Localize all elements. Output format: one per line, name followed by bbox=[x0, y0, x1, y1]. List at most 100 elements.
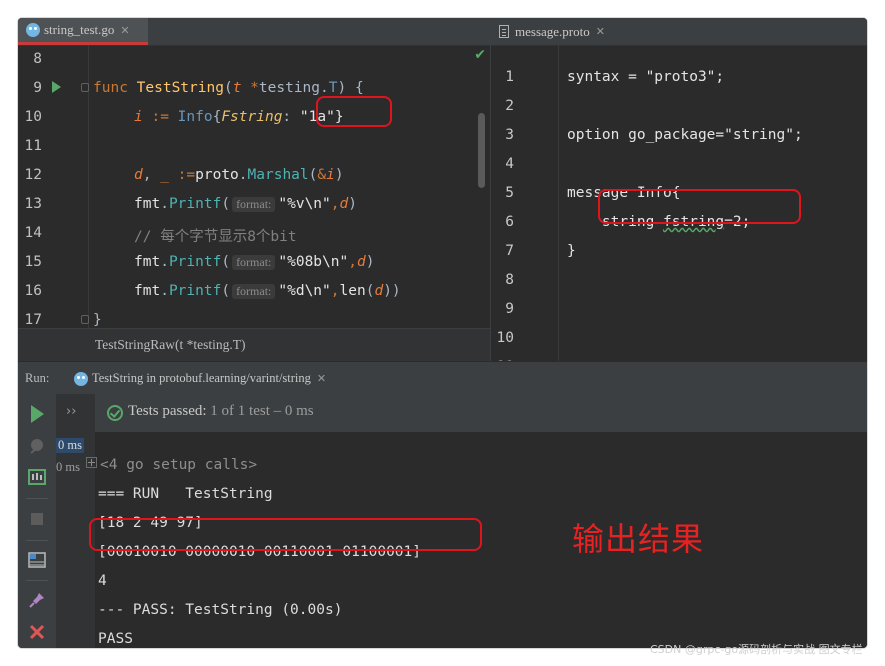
gopher-file-icon bbox=[26, 23, 40, 37]
line-number: 16 bbox=[24, 283, 42, 299]
line-number: 3 bbox=[505, 127, 514, 143]
code-line: 16 fmt.Printf(format: "%d\n",len(d)) bbox=[18, 277, 490, 306]
code-text: fmt.Printf(format: "%d\n",len(d)) bbox=[134, 283, 401, 299]
rerun-failed-icon[interactable] bbox=[27, 436, 47, 456]
console-line: --- PASS: TestString (0.00s) bbox=[98, 602, 343, 618]
tab-string-test-go[interactable]: string_test.go ✕ bbox=[18, 18, 148, 45]
code-text: option go_package="string"; bbox=[567, 127, 803, 143]
run-label: Run: bbox=[25, 371, 50, 385]
highlight-box-proto-field bbox=[598, 189, 801, 224]
line-number: 17 bbox=[24, 312, 42, 328]
editor-tabbar: string_test.go ✕ bbox=[18, 18, 490, 46]
code-line: 8 bbox=[18, 45, 490, 74]
file-icon bbox=[499, 25, 509, 38]
tests-passed-check-icon bbox=[107, 405, 123, 421]
console-line[interactable]: <4 go setup calls> bbox=[86, 457, 257, 473]
toolbar-separator bbox=[26, 540, 48, 541]
code-comment: // 每个字节显示8个bit bbox=[134, 229, 297, 245]
pin-icon[interactable] bbox=[27, 590, 47, 610]
close-icon[interactable]: ✕ bbox=[120, 24, 129, 37]
console-line: 4 bbox=[98, 573, 107, 589]
tab-label: string_test.go bbox=[44, 22, 115, 37]
line-number: 6 bbox=[505, 214, 514, 230]
line-number: 2 bbox=[505, 98, 514, 114]
line-number: 10 bbox=[24, 109, 42, 125]
line-number: 9 bbox=[505, 301, 514, 317]
run-test-icon[interactable] bbox=[52, 81, 61, 93]
line-number: 9 bbox=[33, 80, 42, 96]
stop-icon[interactable] bbox=[27, 509, 47, 529]
line-number: 4 bbox=[505, 156, 514, 172]
output-result-annotation: 输出结果 bbox=[572, 520, 705, 558]
code-line: 15 fmt.Printf(format: "%08b\n",d) bbox=[18, 248, 490, 277]
line-number: 8 bbox=[33, 51, 42, 67]
close-icon[interactable]: ✕ bbox=[317, 372, 326, 385]
line-number: 5 bbox=[505, 185, 514, 201]
breadcrumb-label: TestStringRaw(t *testing.T) bbox=[95, 337, 246, 352]
fold-icon[interactable] bbox=[81, 315, 89, 324]
parameter-hint: format: bbox=[232, 197, 276, 212]
code-text: fmt.Printf(format: "%08b\n",d) bbox=[134, 254, 375, 270]
ide-window: string_test.go ✕ ✔ 8 9 func TestString(t… bbox=[18, 18, 867, 648]
go-editor-pane: string_test.go ✕ ✔ 8 9 func TestString(t… bbox=[18, 18, 490, 361]
line-number: 12 bbox=[24, 167, 42, 183]
run-toolbar: Run: TestString in protobuf.learning/var… bbox=[18, 361, 867, 395]
expand-icon[interactable]: ›› bbox=[66, 404, 76, 419]
code-line: 3 option go_package="string"; bbox=[491, 121, 867, 150]
run-tab-label: TestString in protobuf.learning/varint/s… bbox=[92, 371, 311, 385]
toolbar-separator bbox=[26, 498, 48, 499]
watermark: CSDN @grpc-go源码剖析与实战 图文专栏 bbox=[650, 643, 863, 656]
code-line: 2 bbox=[491, 92, 867, 121]
tab-message-proto[interactable]: message.proto ✕ bbox=[491, 18, 625, 45]
parameter-hint: format: bbox=[232, 255, 276, 270]
code-text: } bbox=[567, 243, 576, 259]
breadcrumb[interactable]: TestStringRaw(t *testing.T) bbox=[18, 328, 490, 361]
close-run-icon[interactable] bbox=[27, 622, 47, 642]
code-text: } bbox=[93, 312, 102, 328]
console-line: PASS bbox=[98, 631, 133, 647]
test-status-text: Tests passed: 1 of 1 test – 0 ms bbox=[128, 403, 314, 419]
code-text: fmt.Printf(format: "%v\n",d) bbox=[134, 196, 357, 212]
layout-icon[interactable] bbox=[27, 550, 47, 570]
parameter-hint: format: bbox=[232, 284, 276, 299]
code-line: 7} bbox=[491, 237, 867, 266]
expand-plus-icon[interactable] bbox=[86, 457, 97, 468]
code-line: 10 bbox=[491, 324, 867, 353]
test-status-bar: Tests passed: 1 of 1 test – 0 ms bbox=[95, 394, 867, 432]
code-line: 11 bbox=[18, 132, 490, 161]
code-line: 9 bbox=[491, 295, 867, 324]
code-line: 4 bbox=[491, 150, 867, 179]
line-number: 14 bbox=[24, 225, 42, 241]
code-line: 8 bbox=[491, 266, 867, 295]
code-line: 9 func TestString(t *testing.T) { bbox=[18, 74, 490, 103]
code-text: i := Info{Fstring: "1a"} bbox=[134, 109, 344, 125]
code-line: 12 d, _ :=proto.Marshal(&i) bbox=[18, 161, 490, 190]
line-number: 13 bbox=[24, 196, 42, 212]
editor-tabbar: message.proto ✕ bbox=[491, 18, 867, 46]
toolbar-separator bbox=[26, 580, 48, 581]
line-number: 15 bbox=[24, 254, 42, 270]
close-icon[interactable]: ✕ bbox=[596, 25, 605, 38]
line-number: 11 bbox=[24, 138, 42, 154]
line-number: 7 bbox=[505, 243, 514, 259]
tab-run-config[interactable]: TestString in protobuf.learning/varint/s… bbox=[66, 362, 335, 395]
toggle-auto-test-icon[interactable] bbox=[27, 467, 47, 487]
run-tool-strip bbox=[18, 394, 57, 648]
code-text: syntax = "proto3"; bbox=[567, 69, 725, 85]
code-line: 14 // 每个字节显示8个bit bbox=[18, 219, 490, 248]
highlight-box-fstring-value bbox=[316, 96, 392, 127]
fold-icon[interactable] bbox=[81, 83, 89, 92]
console-line: === RUN TestString bbox=[98, 486, 273, 502]
gopher-test-icon bbox=[74, 371, 88, 386]
line-number: 10 bbox=[496, 330, 514, 346]
code-line: 1 syntax = "proto3"; bbox=[491, 63, 867, 92]
code-text: func TestString(t *testing.T) { bbox=[93, 80, 364, 96]
rerun-icon[interactable] bbox=[31, 405, 44, 423]
tab-label: message.proto bbox=[515, 23, 590, 39]
code-line: 13 fmt.Printf(format: "%v\n",d) bbox=[18, 190, 490, 219]
code-text: d, _ :=proto.Marshal(&i) bbox=[134, 167, 344, 183]
test-duration[interactable]: 0 ms bbox=[56, 438, 84, 453]
test-duration[interactable]: 0 ms bbox=[56, 460, 80, 475]
code-line: 10 i := Info{Fstring: "1a"} bbox=[18, 103, 490, 132]
line-number: 8 bbox=[505, 272, 514, 288]
